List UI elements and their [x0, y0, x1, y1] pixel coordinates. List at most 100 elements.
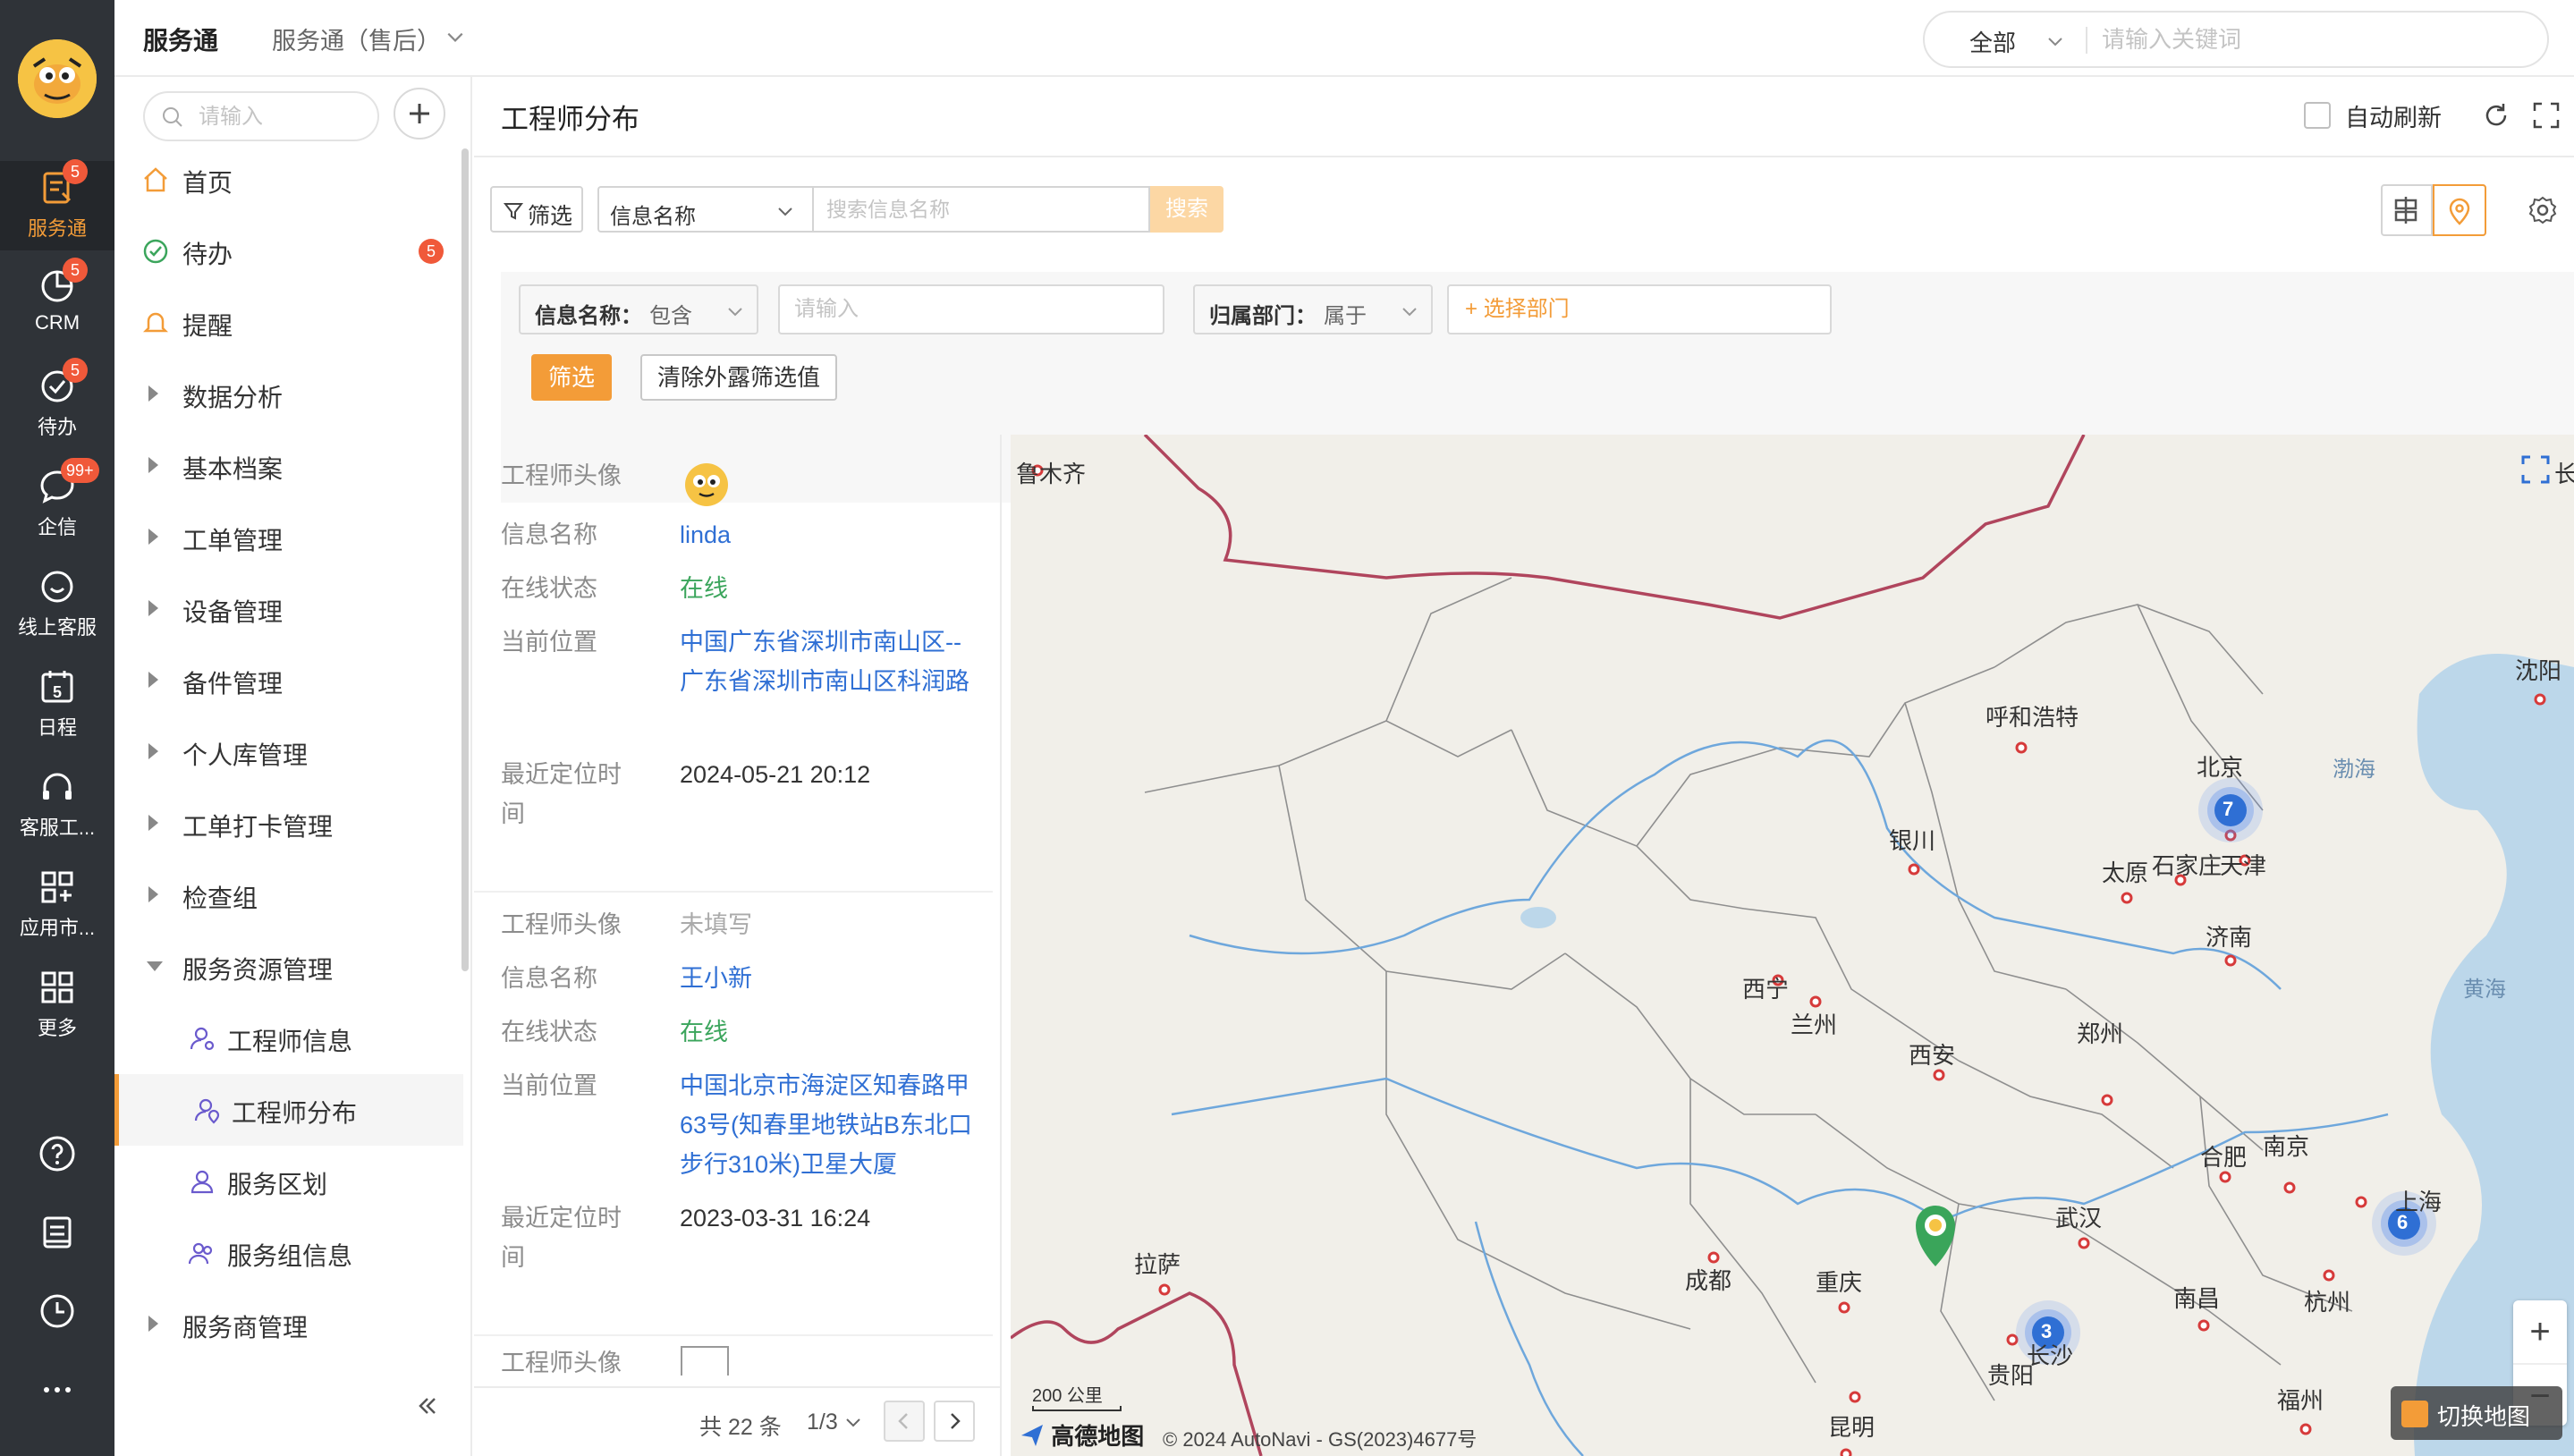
nav-item-personal-stock[interactable]: 个人库管理 — [114, 716, 463, 788]
nav-item-checkin[interactable]: 工单打卡管理 — [114, 788, 463, 859]
rail-todo[interactable]: 5 待办 — [0, 358, 114, 449]
dept-condition-select[interactable]: 归属部门： 属于 — [1193, 284, 1433, 334]
nav-search-input[interactable] — [197, 102, 367, 132]
rail-cs-workbench[interactable]: 客服工... — [0, 760, 114, 850]
rail-crm[interactable]: 5 CRM — [0, 258, 114, 349]
map-scale: 200 公里 — [1032, 1381, 1122, 1411]
engineer-map[interactable]: 鲁木齐 呼和浩特 北京 沈阳 银川 太原 石家庄 天津 济南 西宁 兰州 西安 … — [1011, 435, 2574, 1456]
nav-scrollbar[interactable] — [461, 148, 469, 971]
auto-refresh-checkbox[interactable] — [2304, 102, 2331, 129]
chevron-down-icon[interactable] — [445, 27, 465, 47]
rail-service[interactable]: 5 服务通 — [0, 159, 114, 250]
nav-label: 首页 — [182, 169, 233, 197]
engineer-name-link[interactable]: linda — [680, 515, 984, 554]
online-status: 在线 — [680, 575, 728, 602]
next-page-button[interactable] — [934, 1401, 975, 1442]
nav-item-service-zones[interactable]: 服务区划 — [114, 1146, 463, 1217]
nav-item-engineer-distribution[interactable]: 工程师分布 — [114, 1074, 463, 1146]
field-key: 最近定位时间 — [501, 1205, 622, 1271]
name-condition-select[interactable]: 信息名称： 包含 — [519, 284, 758, 334]
cluster-count[interactable]: 7 — [2223, 798, 2233, 821]
chevron-down-icon[interactable] — [844, 1413, 862, 1431]
settings-icon[interactable] — [2527, 195, 2558, 225]
engineer-icon — [190, 1027, 215, 1051]
rail-badge: 5 — [63, 159, 88, 184]
city-label: 石家庄 — [2152, 852, 2223, 879]
keyword-search-input[interactable] — [812, 186, 1150, 233]
location-link[interactable]: 中国广东省深圳市南山区--广东省深圳市南山区科润路 — [680, 622, 984, 701]
fullscreen-icon[interactable] — [2531, 100, 2561, 131]
city-label: 武汉 — [2055, 1205, 2103, 1232]
rail-app-market[interactable]: 应用市... — [0, 860, 114, 950]
city-label: 福州 — [2277, 1387, 2324, 1414]
nav-item-engineer-info[interactable]: 工程师信息 — [114, 1003, 463, 1074]
nav-item-remind[interactable]: 提醒 — [114, 287, 463, 359]
app-rail: 5 服务通 5 CRM 5 待办 99+ 企信 线上客服 5 日程 客服工...… — [0, 0, 114, 1456]
rail-label: 更多 — [37, 1017, 77, 1039]
calendar-day: 5 — [53, 683, 62, 701]
switch-map-button[interactable]: 切换地图 — [2391, 1386, 2562, 1440]
location-link[interactable]: 中国北京市海淀区知春路甲63号(知春里地铁站B东北口步行310米)卫星大厦 — [680, 1066, 984, 1184]
collapse-sidebar-icon[interactable] — [411, 1392, 440, 1420]
more-dots-icon[interactable] — [36, 1368, 79, 1411]
rail-online-service[interactable]: 线上客服 — [0, 560, 114, 649]
caret-right-icon — [148, 457, 158, 473]
field-key: 工程师头像 — [501, 462, 622, 489]
map-fullscreen-icon[interactable] — [2520, 454, 2551, 485]
global-search-input[interactable] — [2100, 21, 2529, 57]
search-scope-select[interactable]: 全部 — [1969, 25, 2016, 58]
clear-filter-button[interactable]: 清除外露筛选值 — [640, 354, 837, 401]
page-select[interactable]: 1/3 — [807, 1409, 838, 1435]
list-scrollbar[interactable] — [1000, 440, 1002, 646]
rail-more[interactable]: 更多 — [0, 961, 114, 1050]
rail-calendar[interactable]: 5 日程 — [0, 660, 114, 749]
zoom-in-button[interactable]: + — [2513, 1300, 2567, 1363]
add-button[interactable] — [394, 88, 445, 140]
chevron-down-icon — [778, 207, 792, 216]
nav-item-service-resources[interactable]: 服务资源管理 — [114, 931, 463, 1003]
notes-icon[interactable] — [36, 1211, 79, 1254]
field-key: 在线状态 — [501, 1019, 597, 1045]
nav-item-basic-files[interactable]: 基本档案 — [114, 430, 463, 502]
nav-item-work-orders[interactable]: 工单管理 — [114, 502, 463, 573]
name-condition-input[interactable] — [778, 284, 1164, 334]
chevron-down-icon — [728, 308, 742, 317]
select-department-button[interactable]: + 选择部门 — [1447, 284, 1832, 334]
search-field-select[interactable]: 信息名称 — [597, 186, 812, 233]
nav-item-analytics[interactable]: 数据分析 — [114, 359, 463, 430]
search-button[interactable]: 搜索 — [1150, 186, 1223, 233]
apply-filter-button[interactable]: 筛选 — [531, 354, 612, 401]
nav-item-spare-parts[interactable]: 备件管理 — [114, 645, 463, 716]
nav-item-home[interactable]: 首页 — [114, 144, 463, 216]
refresh-icon[interactable] — [2481, 100, 2511, 131]
clock-icon[interactable] — [36, 1290, 79, 1333]
filter-toggle-button[interactable]: 筛选 — [490, 186, 583, 233]
city-label: 银川 — [1889, 827, 1936, 854]
prev-page-button[interactable] — [884, 1401, 925, 1442]
sub-app-select[interactable]: 服务通（售后） — [272, 21, 441, 56]
nav-item-todo[interactable]: 待办 5 — [114, 216, 463, 287]
nav-item-devices[interactable]: 设备管理 — [114, 573, 463, 645]
nav-item-inspection-group[interactable]: 检查组 — [114, 859, 463, 931]
cluster-count[interactable]: 3 — [2041, 1320, 2052, 1343]
auto-refresh-label: 自动刷新 — [2345, 105, 2442, 131]
global-search: 全部 — [1923, 11, 2549, 68]
cluster-count[interactable]: 6 — [2397, 1211, 2408, 1234]
city-label: 呼和浩特 — [1986, 704, 2079, 731]
nav-item-providers[interactable]: 服务商管理 — [114, 1289, 463, 1360]
list-view-button[interactable] — [2383, 186, 2433, 234]
city-label: 济南 — [2206, 924, 2253, 951]
city-label: 杭州 — [2304, 1289, 2351, 1316]
chevron-left-icon — [898, 1413, 908, 1429]
rail-chat[interactable]: 99+ 企信 — [0, 458, 114, 549]
map-view-button[interactable] — [2433, 184, 2486, 236]
nav-label: 基本档案 — [182, 455, 284, 483]
chevron-down-icon[interactable] — [2046, 32, 2064, 50]
engineer-name-link[interactable]: 王小新 — [680, 959, 984, 998]
field-key: 工程师头像 — [501, 911, 622, 938]
nav-item-service-groups[interactable]: 服务组信息 — [114, 1217, 463, 1289]
city-label: 沈阳 — [2515, 657, 2562, 684]
nav-label: 工程师信息 — [227, 1028, 353, 1055]
help-icon[interactable] — [36, 1132, 79, 1175]
caret-right-icon — [148, 743, 158, 759]
